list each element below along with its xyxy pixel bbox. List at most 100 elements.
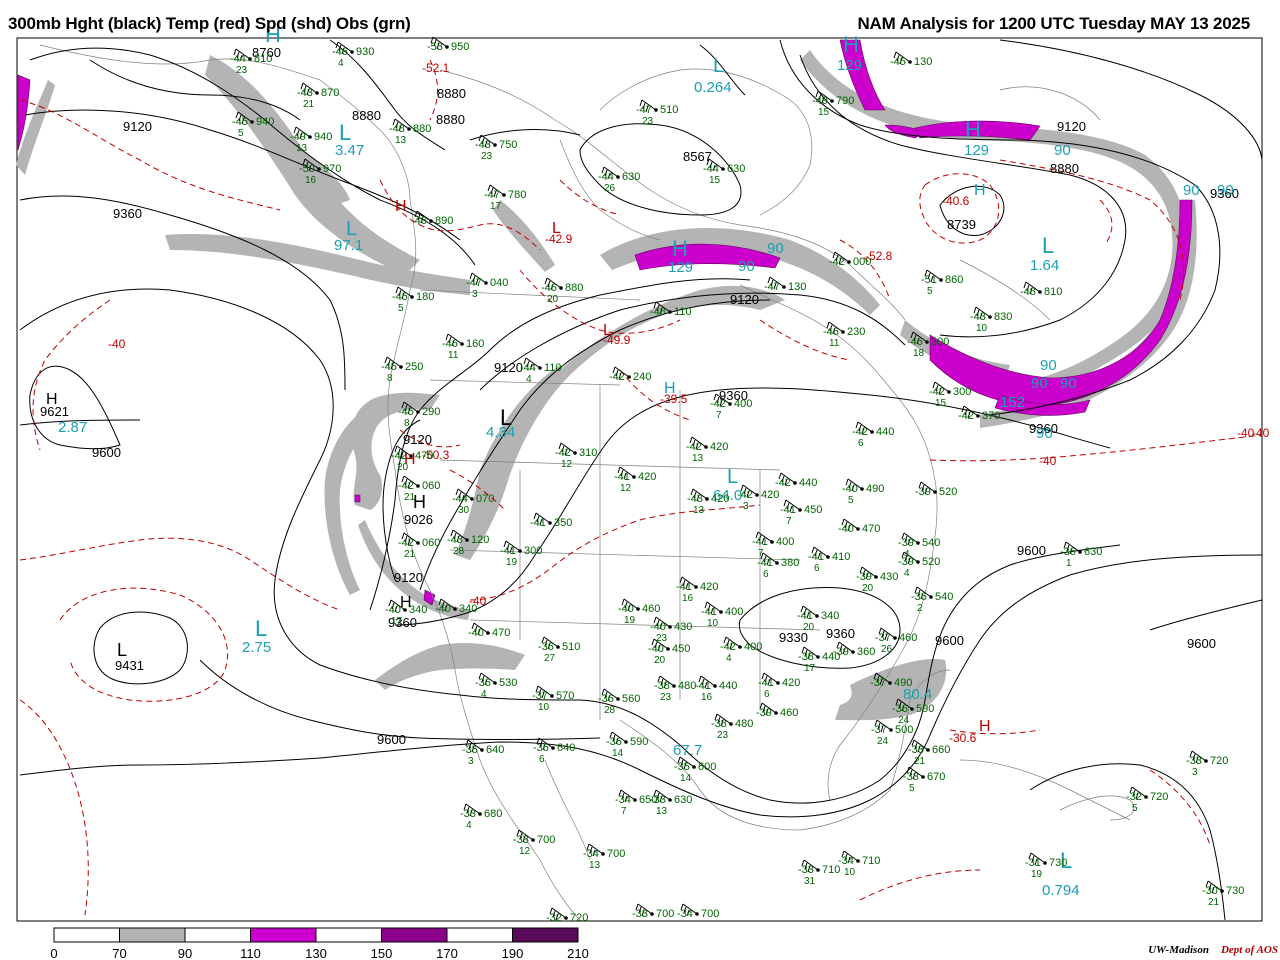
ob-height: 110 [674, 306, 692, 318]
ob-dewpoint-depression: 4 [466, 820, 472, 831]
ob-dewpoint-depression: 28 [604, 705, 616, 716]
station-dot [559, 286, 563, 290]
pressure-center: L [713, 55, 724, 77]
station-dot [826, 555, 830, 559]
ob-height: 300 [524, 545, 542, 557]
height-label: 9600 [935, 633, 964, 648]
station-dot [248, 57, 252, 61]
ob-temp: -44 [452, 493, 468, 505]
pressure-center: H [46, 391, 58, 408]
ob-dewpoint-depression: 7 [786, 516, 792, 527]
station-dot [666, 647, 670, 651]
ob-dewpoint-depression: 13 [395, 135, 407, 146]
ob-height: 880 [565, 282, 583, 294]
station-dot [350, 50, 354, 54]
speed-label: 129 [837, 57, 862, 74]
ob-temp: -42 [929, 386, 945, 398]
station-dot [929, 595, 933, 599]
ob-temp: -39 [756, 707, 772, 719]
station-dot [793, 481, 797, 485]
station-dot [908, 60, 912, 64]
ob-dewpoint-depression: 4 [726, 653, 732, 664]
ob-dewpoint-depression: 7 [621, 806, 627, 817]
credit-footer: UW-Madison Dept of AOS [1148, 944, 1278, 956]
ob-temp: -40 [468, 627, 484, 639]
station-dot [841, 330, 845, 334]
ob-temp: -36 [598, 693, 614, 705]
station-dot [672, 684, 676, 688]
ob-dewpoint-depression: 28 [453, 546, 465, 557]
ob-dewpoint-depression: 10 [844, 867, 856, 878]
ob-height: 720 [570, 912, 588, 924]
station-dot [976, 414, 980, 418]
temperature-label: -40.6 [942, 194, 970, 208]
ob-dewpoint-depression: 12 [519, 846, 531, 857]
pressure-center: L [500, 405, 512, 430]
ob-temp: -47 [466, 277, 482, 289]
ob-height: 460 [899, 632, 917, 644]
ob-height: 630 [674, 794, 692, 806]
ob-temp: -40 [385, 604, 401, 616]
ob-height: 420 [761, 489, 779, 501]
station-dot [636, 607, 640, 611]
station-dot [668, 798, 672, 802]
ob-height: 700 [537, 834, 555, 846]
height-label: 9120 [730, 292, 759, 307]
station-dot [776, 681, 780, 685]
ob-height: 430 [880, 571, 898, 583]
ob-height: 250 [405, 361, 423, 373]
ob-height: 440 [719, 680, 737, 692]
station-dot [410, 295, 414, 299]
ob-temp: -46 [541, 282, 557, 294]
ob-dewpoint-depression: 23 [717, 730, 729, 741]
station-dot [601, 852, 605, 856]
ob-dewpoint-depression: 17 [490, 201, 502, 212]
ob-dewpoint-depression: 23 [660, 692, 672, 703]
ob-temp: -36 [475, 677, 491, 689]
station-dot [632, 475, 636, 479]
ob-dewpoint-depression: 10 [538, 702, 550, 713]
ob-temp: -45 [890, 56, 906, 68]
ob-temp: -42 [852, 426, 868, 438]
ob-height: 300 [931, 336, 949, 348]
ob-dewpoint-depression: 6 [539, 754, 545, 765]
ob-height: 300 [953, 386, 971, 398]
station-dot [856, 527, 860, 531]
ob-height: 720 [1150, 791, 1168, 803]
ob-height: 380 [781, 557, 799, 569]
ob-dewpoint-depression: 21 [404, 492, 416, 503]
ob-temp: -43 [970, 311, 986, 323]
station-dot [416, 410, 420, 414]
ob-height: 240 [633, 371, 651, 383]
station-dot [650, 912, 654, 916]
ob-dewpoint-depression: 8 [404, 418, 410, 429]
ob-height: 700 [701, 908, 719, 920]
station-dot [480, 748, 484, 752]
ob-height: 930 [356, 46, 374, 58]
ob-dewpoint-depression: 13 [589, 860, 601, 871]
ob-height: 870 [321, 87, 339, 99]
station-dot [668, 625, 672, 629]
speed-label: 90 [1040, 357, 1057, 374]
height-label: 8739 [947, 217, 976, 232]
ob-temp: -45 [392, 291, 408, 303]
ob-temp: -35 [462, 744, 478, 756]
station-dot [654, 108, 658, 112]
height-label: 9600 [1187, 636, 1216, 651]
ob-height: 000 [853, 256, 871, 268]
ob-dewpoint-depression: 5 [848, 495, 854, 506]
station-dot [851, 650, 855, 654]
ob-temp: -40 [618, 603, 634, 615]
ob-height: 060 [422, 480, 440, 492]
ob-height: 890 [435, 215, 453, 227]
ob-height: 680 [484, 808, 502, 820]
station-dot [926, 748, 930, 752]
ob-dewpoint-depression: 24 [877, 736, 889, 747]
ob-height: 420 [710, 441, 728, 453]
station-dot [738, 645, 742, 649]
ob-temp: -42 [391, 450, 407, 462]
ob-temp: -33 [908, 744, 924, 756]
ob-dewpoint-depression: 20 [862, 583, 874, 594]
station-dot [782, 285, 786, 289]
height-label: 8880 [1050, 161, 1079, 176]
